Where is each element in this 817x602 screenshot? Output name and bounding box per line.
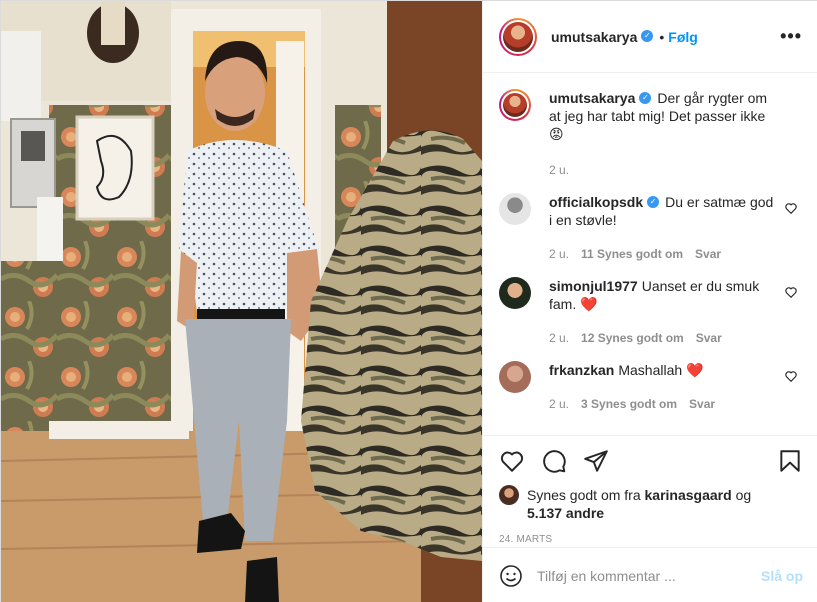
likes-others[interactable]: 5.137 andre	[527, 505, 604, 521]
comment-age[interactable]: 2 u.	[549, 329, 569, 347]
caption-username[interactable]: umutsakarya	[549, 90, 635, 106]
comment-input[interactable]	[537, 567, 761, 584]
comment-age[interactable]: 2 u.	[549, 245, 569, 263]
likes-prefix: Synes godt om fra	[527, 487, 641, 503]
reply-button[interactable]: Svar	[695, 245, 721, 263]
reply-button[interactable]: Svar	[696, 329, 722, 347]
action-icons	[499, 436, 803, 486]
verified-icon: ✓	[639, 92, 652, 105]
comment-item: simonjul1977 Uanset er du smuk fam. ❤️ 2 …	[499, 277, 802, 347]
comment-text: Mashallah ❤️	[618, 362, 704, 378]
share-icon[interactable]	[583, 448, 609, 474]
caption-avatar[interactable]	[499, 89, 531, 121]
photo-illustration	[1, 1, 482, 602]
commenter-username[interactable]: simonjul1977	[549, 278, 638, 294]
commenter-avatar[interactable]	[499, 277, 531, 309]
verified-icon: ✓	[641, 29, 654, 42]
liker-avatar[interactable]	[499, 485, 519, 505]
comment-item: frkanzkan Mashallah ❤️ 2 u. 3 Synes godt …	[499, 361, 802, 413]
caption: umutsakarya ✓ Der går rygter om at jeg har…	[499, 89, 802, 179]
caption-age[interactable]: 2 u.	[549, 161, 569, 179]
separator-dot: •	[659, 28, 665, 45]
reply-button[interactable]: Svar	[689, 395, 715, 413]
verified-icon: ✓	[647, 196, 660, 209]
likes-joiner: og	[735, 487, 752, 503]
heart-icon[interactable]	[499, 448, 525, 474]
comment-item: officialkopsdk ✓ Du er satmæ god i en støv…	[499, 193, 802, 263]
emoji-icon[interactable]	[499, 564, 523, 588]
like-comment-heart-icon[interactable]	[784, 369, 798, 383]
more-options-icon[interactable]: •••	[780, 26, 802, 47]
comment-age[interactable]: 2 u.	[549, 395, 569, 413]
liker-username[interactable]: karinasgaard	[645, 487, 732, 503]
comments-list[interactable]: umutsakarya ✓ Der går rygter om at jeg har…	[483, 73, 817, 435]
commenter-avatar[interactable]	[499, 361, 531, 393]
commenter-username[interactable]: officialkopsdk	[549, 194, 643, 210]
avatar[interactable]	[499, 17, 537, 56]
likes-summary: Synes godt om fra karinasgaard og 5.137 …	[499, 485, 803, 522]
post-actions: Synes godt om fra karinasgaard og 5.137 …	[483, 435, 817, 545]
post-comment-button[interactable]: Slå op	[761, 568, 803, 584]
commenter-avatar[interactable]	[499, 193, 531, 225]
post-side-panel: umutsakarya ✓ • Følg ••• umutsakarya ✓ Der…	[482, 1, 817, 602]
follow-button[interactable]: Følg	[668, 29, 698, 45]
avatar-image	[503, 21, 533, 52]
commenter-username[interactable]: frkanzkan	[549, 362, 614, 378]
comment-likes[interactable]: 3 Synes godt om	[581, 395, 677, 413]
post-dialog: umutsakarya ✓ • Følg ••• umutsakarya ✓ Der…	[0, 0, 817, 602]
comment-likes[interactable]: 12 Synes godt om	[581, 329, 684, 347]
post-date[interactable]: 24. MARTS	[499, 534, 803, 545]
bookmark-icon[interactable]	[777, 448, 803, 474]
post-header: umutsakarya ✓ • Følg •••	[483, 1, 817, 73]
like-comment-heart-icon[interactable]	[784, 285, 798, 299]
like-comment-heart-icon[interactable]	[784, 201, 798, 215]
comment-likes[interactable]: 11 Synes godt om	[581, 245, 683, 263]
comment-icon[interactable]	[541, 448, 567, 474]
author-username[interactable]: umutsakarya	[551, 29, 637, 45]
add-comment-bar: Slå op	[483, 547, 817, 602]
post-photo[interactable]	[1, 1, 482, 602]
